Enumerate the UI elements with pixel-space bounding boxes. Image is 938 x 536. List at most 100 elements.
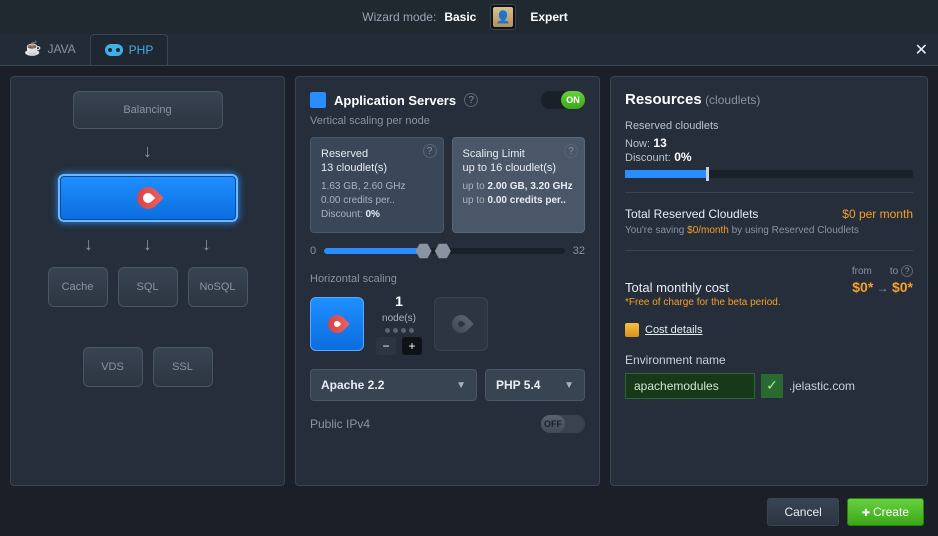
appserver-panel: Application Servers ? ON Vertical scalin… bbox=[295, 76, 600, 486]
reserved-cloudlets-label: Reserved cloudlets bbox=[625, 120, 913, 132]
node-plus-button[interactable]: + bbox=[402, 337, 422, 355]
node-dots bbox=[385, 328, 414, 333]
cloudlet-slider[interactable] bbox=[324, 248, 565, 254]
slider-thumb-limit[interactable] bbox=[435, 243, 451, 259]
res-disc-value: 0% bbox=[674, 150, 691, 164]
balancing-node[interactable]: Balancing bbox=[73, 91, 223, 129]
topology-panel: Balancing ↓ ↓ ↓ ↓ Cache SQL NoSQL VDS SS… bbox=[10, 76, 285, 486]
wizard-header: Wizard mode: Basic 👤 Expert bbox=[0, 0, 938, 34]
hscale-label: Horizontal scaling bbox=[310, 273, 585, 285]
limit-spec: 2.00 GB, 3.20 GHz bbox=[488, 181, 573, 192]
resources-title: Resources bbox=[625, 91, 702, 108]
help-icon[interactable]: ? bbox=[901, 265, 913, 277]
wizard-mode-expert[interactable]: Expert bbox=[530, 10, 567, 24]
wizard-mode-basic[interactable]: Basic bbox=[444, 10, 476, 24]
cache-label: Cache bbox=[62, 281, 94, 293]
res-disc-label: Discount: bbox=[625, 152, 671, 164]
lang-tabs: ☕ JAVA PHP ✕ bbox=[0, 34, 938, 66]
reserved-disc-label: Discount: bbox=[321, 209, 363, 220]
saving-text-2: by using Reserved Cloudlets bbox=[729, 225, 859, 236]
reserved-spec: 1.63 GB, 2.60 GHz bbox=[321, 181, 406, 192]
sql-node[interactable]: SQL bbox=[118, 267, 178, 307]
reserved-sub: 13 cloudlet(s) bbox=[321, 162, 433, 174]
now-label: Now: bbox=[625, 138, 650, 150]
trc-value: $0 per month bbox=[842, 207, 913, 221]
server-value: Apache 2.2 bbox=[321, 378, 384, 392]
slider-thumb-reserved[interactable] bbox=[416, 243, 432, 259]
wizard-toggle[interactable]: 👤 bbox=[490, 4, 516, 30]
tmc-label: Total monthly cost bbox=[625, 280, 729, 295]
sql-label: SQL bbox=[136, 281, 158, 293]
switch-on-label: ON bbox=[561, 91, 585, 109]
tab-java-label: JAVA bbox=[47, 42, 75, 56]
slider-max: 32 bbox=[573, 245, 585, 257]
beta-note: *Free of charge for the beta period. bbox=[625, 297, 913, 308]
arrow-down-icon: ↓ bbox=[84, 234, 93, 255]
server-icon bbox=[310, 92, 326, 108]
saving-amount: $0/month bbox=[687, 225, 729, 236]
cloudlets-bar[interactable] bbox=[625, 170, 913, 178]
from-label: from bbox=[852, 266, 872, 277]
tab-php-label: PHP bbox=[129, 43, 154, 57]
env-label: Environment name bbox=[625, 353, 913, 367]
help-icon[interactable]: ? bbox=[423, 144, 437, 158]
reserved-cost: 0.00 credits per.. bbox=[321, 195, 395, 206]
limit-card: ? Scaling Limit up to 16 cloudlet(s) up … bbox=[452, 137, 586, 233]
to-label: to bbox=[890, 266, 898, 277]
tab-php[interactable]: PHP bbox=[90, 34, 169, 65]
node-minus-button[interactable]: − bbox=[376, 337, 396, 355]
cost-details-link[interactable]: Cost details bbox=[645, 324, 702, 336]
now-value: 13 bbox=[653, 136, 666, 150]
tmc-to: $0* bbox=[892, 279, 913, 295]
feather-icon bbox=[324, 311, 349, 336]
limit-l1-pre: up to bbox=[463, 181, 488, 192]
limit-cost: 0.00 credits per.. bbox=[488, 195, 566, 206]
reserved-card: ? Reserved 13 cloudlet(s) 1.63 GB, 2.60 … bbox=[310, 137, 444, 233]
appserver-switch[interactable]: ON bbox=[541, 91, 585, 109]
node-unit: node(s) bbox=[382, 313, 416, 324]
resources-unit: (cloudlets) bbox=[705, 93, 760, 107]
php-icon bbox=[105, 44, 123, 56]
arrow-down-icon: ↓ bbox=[202, 234, 211, 255]
slider-min: 0 bbox=[310, 245, 316, 257]
ipv4-switch[interactable]: OFF bbox=[541, 415, 585, 433]
check-icon: ✓ bbox=[761, 374, 783, 398]
footer: Cancel Create bbox=[0, 488, 938, 536]
arrow-down-icon: ↓ bbox=[143, 141, 152, 162]
server-select[interactable]: Apache 2.2 ▼ bbox=[310, 369, 477, 401]
limit-l2-pre: up to bbox=[463, 195, 488, 206]
arrow-down-icon: ↓ bbox=[143, 234, 152, 255]
bar-marker[interactable] bbox=[706, 167, 709, 181]
cache-node[interactable]: Cache bbox=[48, 267, 108, 307]
vds-label: VDS bbox=[101, 361, 124, 373]
limit-title: Scaling Limit bbox=[463, 148, 575, 160]
saving-text-1: You're saving bbox=[625, 225, 687, 236]
balancing-label: Balancing bbox=[123, 104, 171, 116]
vds-node[interactable]: VDS bbox=[83, 347, 143, 387]
chevron-down-icon: ▼ bbox=[456, 380, 466, 391]
tab-java[interactable]: ☕ JAVA bbox=[10, 32, 90, 65]
help-icon[interactable]: ? bbox=[564, 144, 578, 158]
java-icon: ☕ bbox=[24, 40, 41, 57]
nosql-label: NoSQL bbox=[199, 281, 235, 293]
close-icon[interactable]: ✕ bbox=[915, 40, 928, 60]
reserved-title: Reserved bbox=[321, 148, 433, 160]
wizard-mode-label: Wizard mode: bbox=[362, 10, 436, 24]
ssl-node[interactable]: SSL bbox=[153, 347, 213, 387]
coin-icon bbox=[625, 323, 639, 337]
vscale-label: Vertical scaling per node bbox=[310, 115, 585, 127]
appserver-title: Application Servers bbox=[334, 93, 456, 108]
create-button[interactable]: Create bbox=[847, 498, 924, 526]
cancel-button[interactable]: Cancel bbox=[767, 498, 838, 526]
node-instance[interactable] bbox=[310, 297, 364, 351]
trc-label: Total Reserved Cloudlets bbox=[625, 207, 758, 221]
node-instance-empty[interactable] bbox=[434, 297, 488, 351]
appserver-node[interactable] bbox=[58, 174, 238, 222]
help-icon[interactable]: ? bbox=[464, 93, 478, 107]
tmc-from: $0* bbox=[852, 279, 873, 295]
runtime-select[interactable]: PHP 5.4▼ bbox=[485, 369, 585, 401]
env-name-input[interactable] bbox=[625, 373, 755, 399]
feather-icon bbox=[448, 311, 473, 336]
nosql-node[interactable]: NoSQL bbox=[188, 267, 248, 307]
node-count: 1 bbox=[395, 293, 403, 309]
